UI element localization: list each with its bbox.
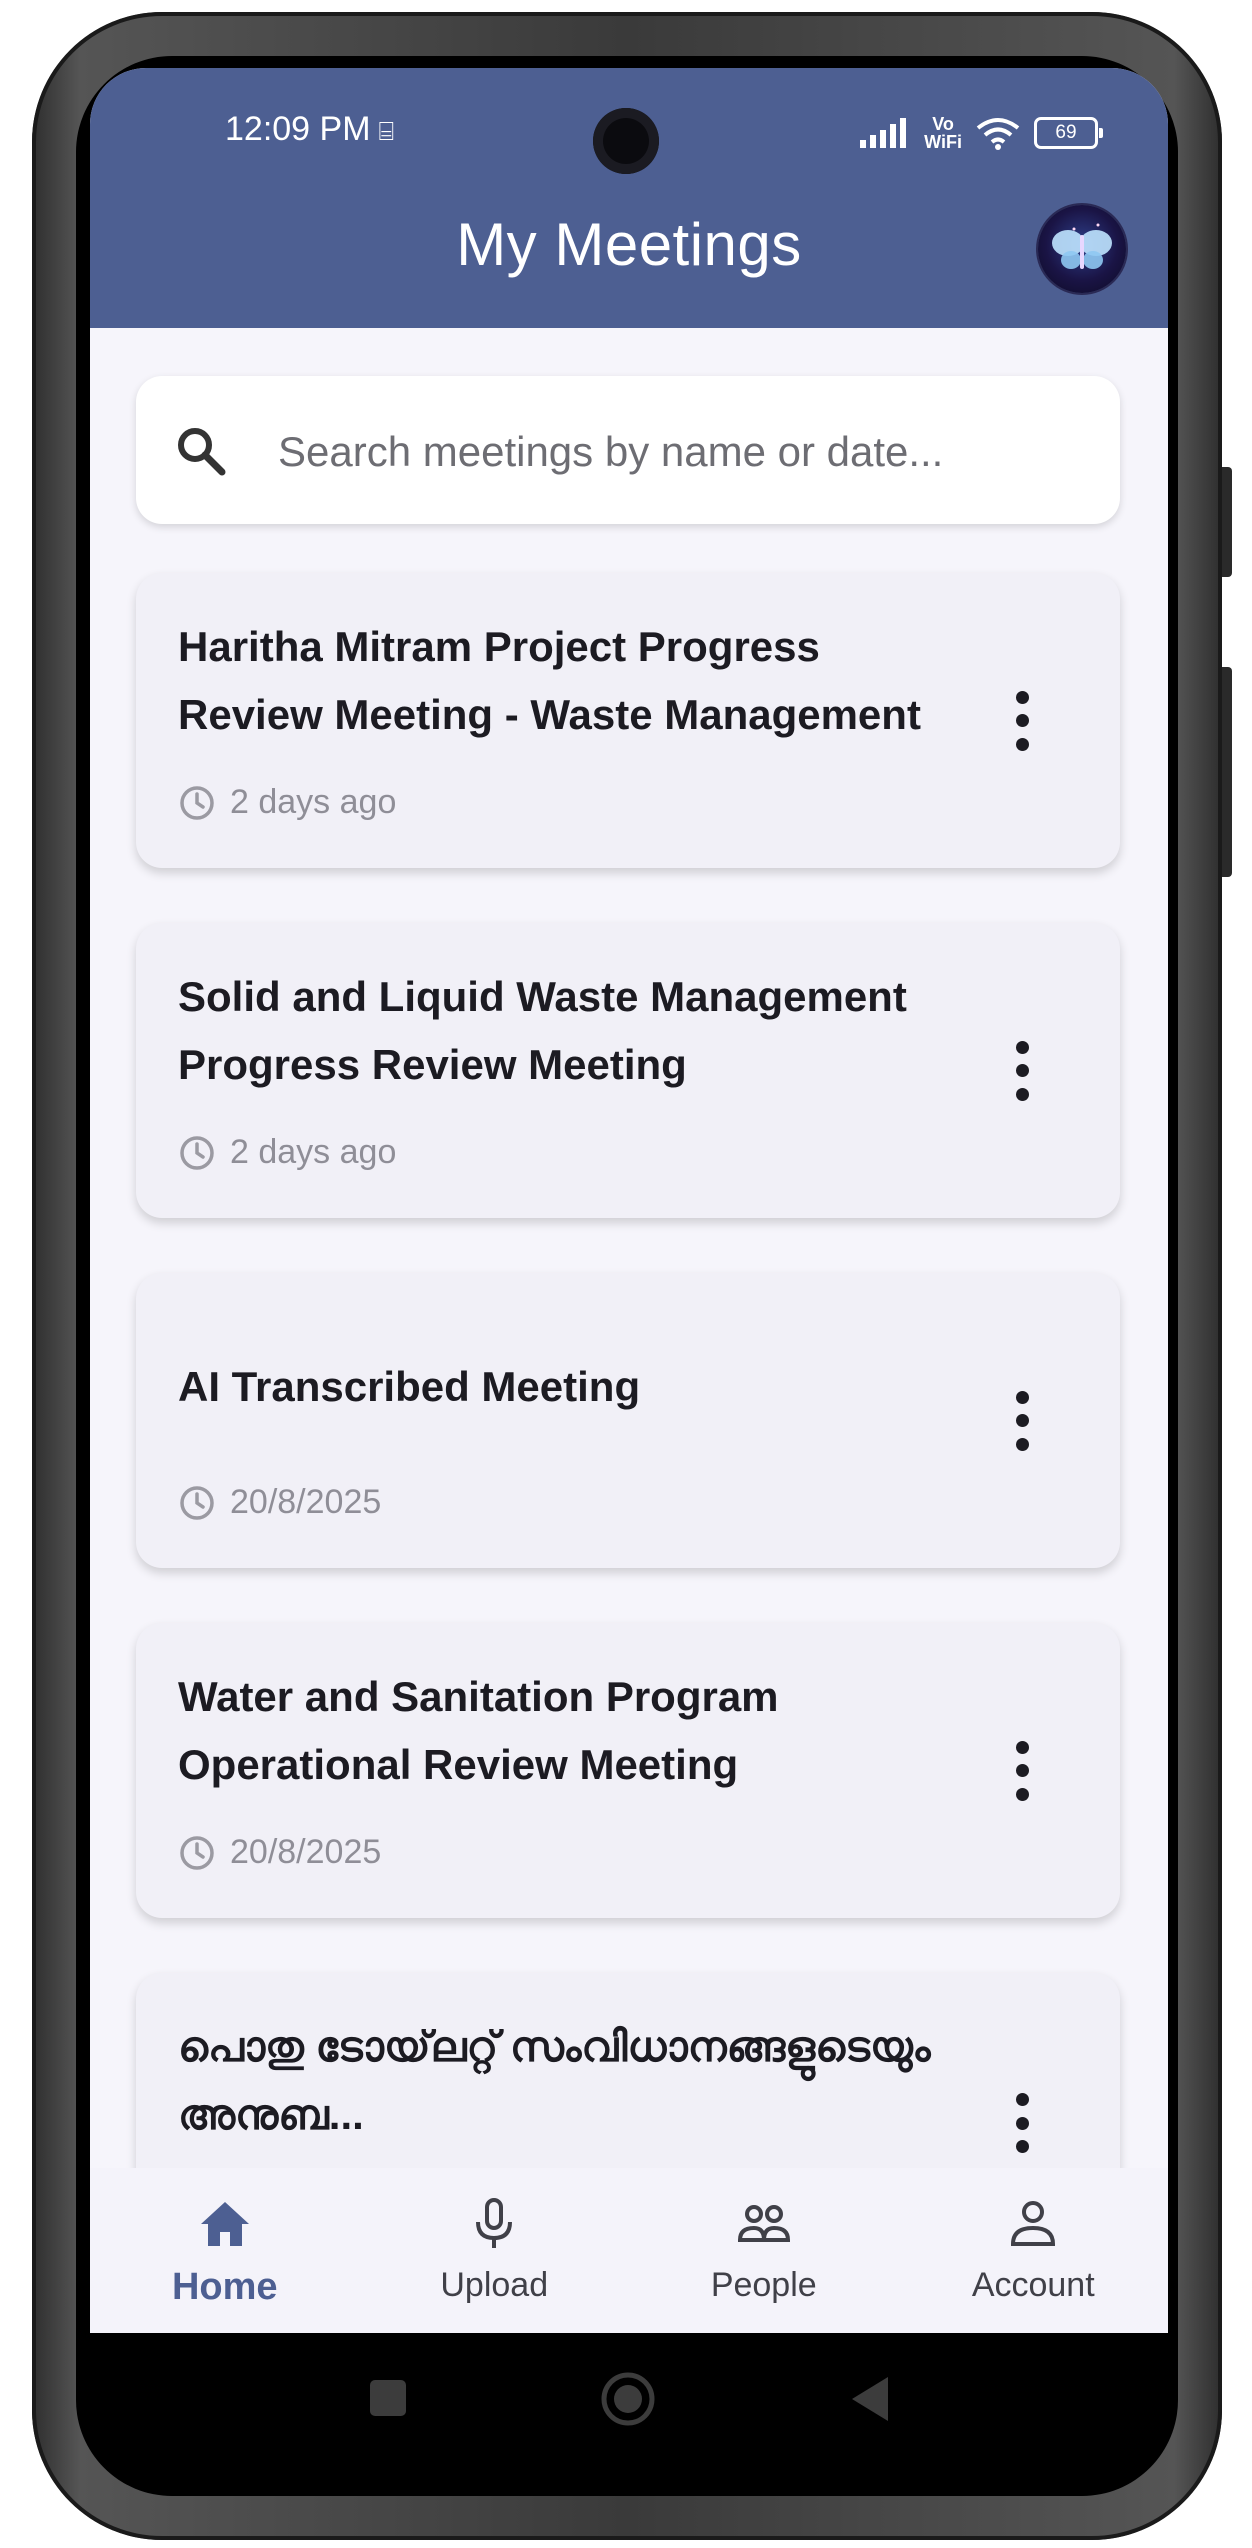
nav-account[interactable]: Account — [899, 2168, 1169, 2333]
meeting-title: Haritha Mitram Project Progress Review M… — [178, 623, 921, 738]
home-circle-icon[interactable] — [600, 2371, 656, 2427]
more-options-button[interactable] — [1012, 1740, 1032, 1801]
meeting-card[interactable]: AI Transcribed Meeting 20/8/2025 — [136, 1273, 1120, 1568]
vowifi-icon: Vo WiFi — [924, 115, 962, 151]
microphone-icon — [476, 2198, 513, 2248]
meeting-title: Solid and Liquid Waste Management Progre… — [178, 973, 907, 1088]
vowifi-wifi: WiFi — [924, 132, 962, 152]
clock-icon — [180, 1485, 214, 1520]
app-header: 12:09 PM ⌸ Vo WiFi 69 My Meetings — [90, 68, 1168, 328]
more-options-button[interactable] — [1012, 2093, 1032, 2153]
nav-people[interactable]: People — [629, 2168, 899, 2333]
meeting-meta: 20/8/2025 — [178, 1833, 381, 1872]
signal-icon — [860, 118, 907, 148]
wifi-icon — [976, 118, 1020, 150]
status-time: 12:09 PM ⌸ — [225, 110, 394, 149]
clock-icon — [180, 1835, 214, 1870]
nav-label: People — [710, 2266, 817, 2304]
butterfly-icon — [1052, 223, 1112, 269]
vowifi-vo: Vo — [932, 114, 954, 134]
front-camera — [593, 108, 659, 174]
search-bar[interactable] — [136, 376, 1120, 524]
status-icons: Vo WiFi 69 — [858, 108, 1103, 158]
meeting-card[interactable]: Water and Sanitation Program Operational… — [136, 1623, 1120, 1918]
battery-level: 69 — [1055, 122, 1077, 143]
home-icon — [200, 2202, 249, 2246]
more-options-button[interactable] — [1012, 1390, 1032, 1451]
back-icon[interactable] — [848, 2375, 892, 2423]
clock-text: 12:09 PM — [225, 110, 371, 148]
more-options-button[interactable] — [1012, 690, 1032, 751]
nav-upload[interactable]: Upload — [360, 2168, 630, 2333]
clock-icon — [180, 1135, 214, 1170]
meeting-time: 20/8/2025 — [230, 1833, 382, 1871]
meeting-meta: 20/8/2025 — [178, 1483, 381, 1522]
battery-icon: 69 — [1034, 117, 1103, 149]
power-button — [1222, 467, 1232, 577]
system-navigation-bar — [90, 2333, 1168, 2463]
meeting-meta: 2 days ago — [178, 1133, 396, 1172]
clock-icon — [180, 785, 214, 820]
meeting-time: 2 days ago — [230, 1133, 397, 1171]
more-options-button[interactable] — [1012, 1040, 1032, 1101]
meeting-time: 20/8/2025 — [230, 1483, 382, 1521]
meeting-time: 2 days ago — [230, 783, 397, 821]
nav-label: Home — [171, 2266, 278, 2308]
nav-label: Upload — [440, 2266, 549, 2304]
meeting-meta: 2 days ago — [178, 783, 396, 822]
volume-button — [1222, 667, 1232, 877]
nav-home[interactable]: Home — [90, 2168, 360, 2333]
recents-icon[interactable] — [368, 2378, 408, 2418]
bottom-navigation: Home Upload People Account — [90, 2168, 1168, 2333]
search-icon — [178, 428, 226, 476]
page-title: My Meetings — [456, 211, 802, 278]
meeting-title: AI Transcribed Meeting — [178, 1363, 641, 1410]
sim-icon: ⌸ — [378, 116, 395, 146]
meeting-card[interactable]: Solid and Liquid Waste Management Progre… — [136, 923, 1120, 1218]
meeting-card[interactable]: Haritha Mitram Project Progress Review M… — [136, 573, 1120, 868]
meeting-title: പൊതു ടോയ്‌ലറ്റ് സംവിധാനങ്ങളുടെയും അനുബ..… — [178, 2023, 931, 2138]
meeting-title: Water and Sanitation Program Operational… — [178, 1673, 779, 1788]
nav-label: Account — [971, 2266, 1095, 2304]
app-screen: 12:09 PM ⌸ Vo WiFi 69 My Meetings Search… — [90, 68, 1168, 2333]
avatar[interactable] — [1038, 205, 1126, 293]
people-icon — [737, 2205, 790, 2242]
account-icon — [1011, 2201, 1056, 2246]
search-input[interactable] — [276, 416, 1080, 488]
